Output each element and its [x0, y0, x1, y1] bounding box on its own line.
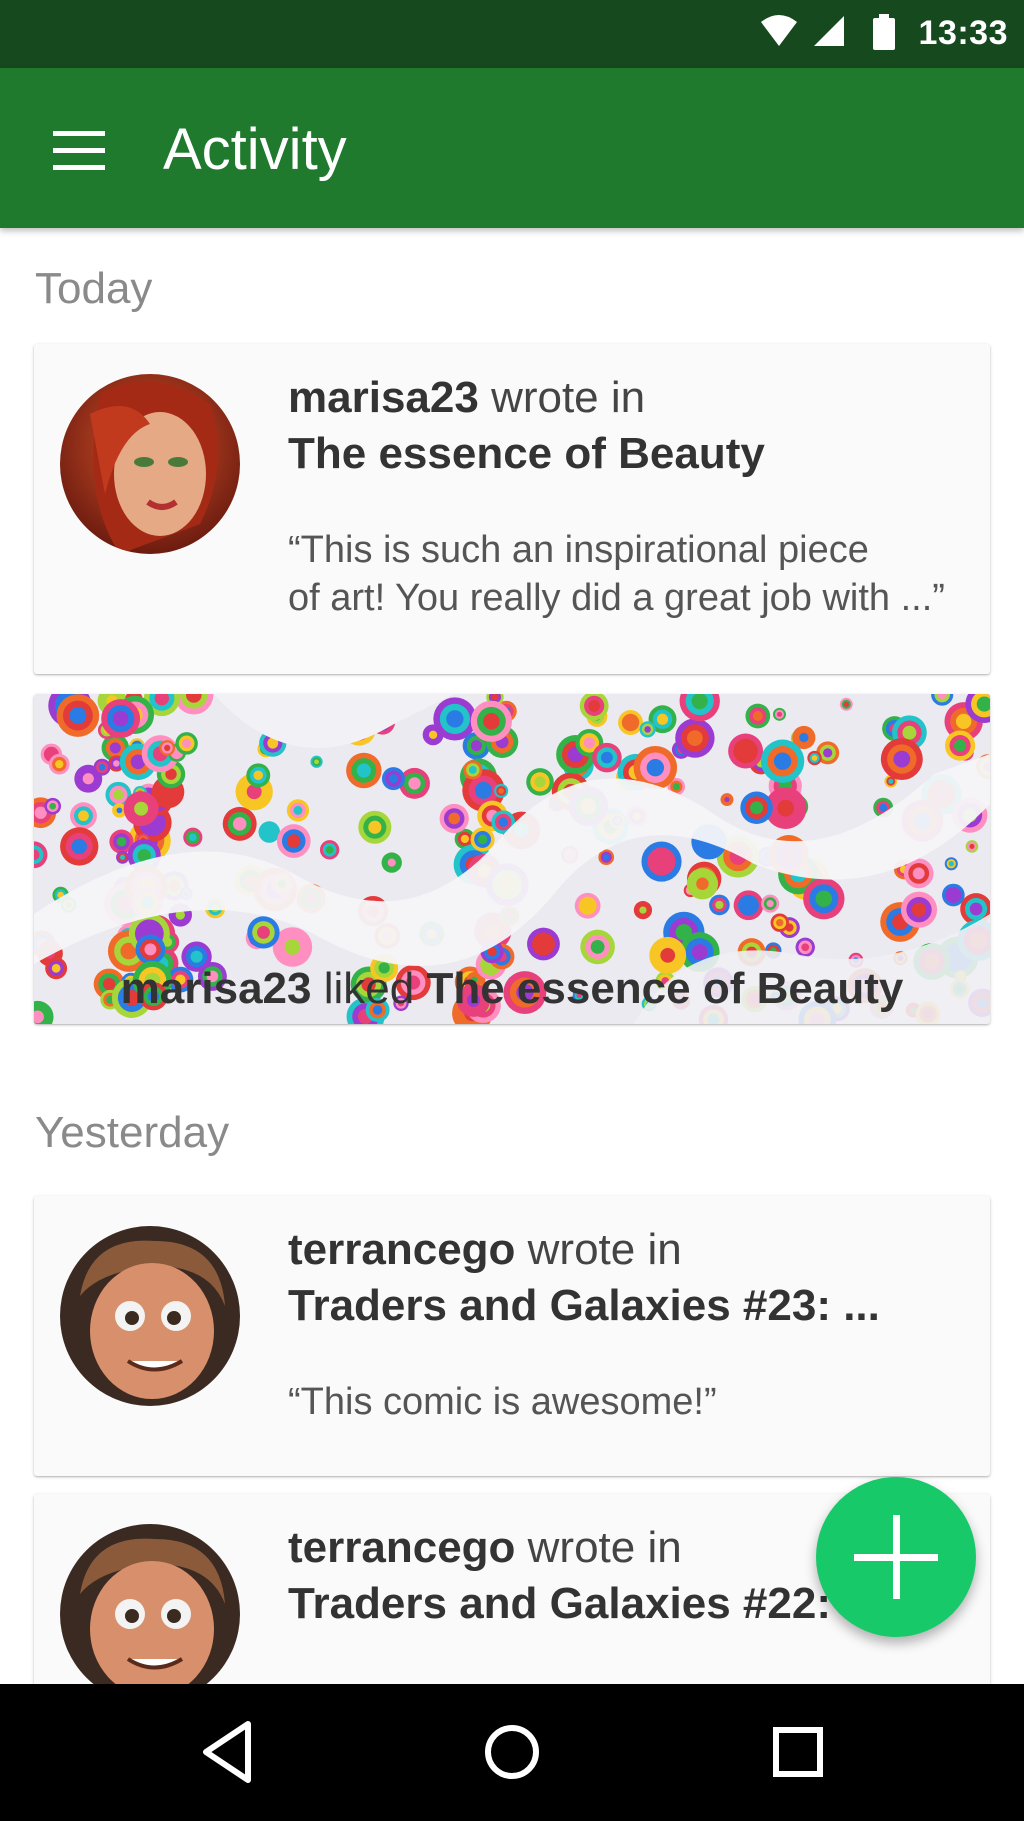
activity-verb: wrote in	[527, 1523, 682, 1572]
activity-card[interactable]: terrancego wrote in Traders and Galaxies…	[34, 1196, 990, 1476]
section-label-yesterday: Yesterday	[35, 1108, 230, 1157]
add-button[interactable]	[816, 1477, 976, 1637]
comment-quote: “This is such an inspirational piece of …	[288, 526, 968, 622]
section-label-today: Today	[35, 264, 153, 313]
wifi-icon	[761, 15, 797, 46]
comment-quote-line: “This is such an inspirational piece	[288, 529, 869, 571]
comment-quote-line: of art! You really did a great job with …	[288, 577, 945, 619]
like-caption: marisa23 liked The essence of Beauty	[34, 964, 990, 1014]
system-nav-bar	[0, 1684, 1024, 1821]
back-triangle-icon[interactable]	[190, 1714, 266, 1790]
hamburger-menu-icon[interactable]	[48, 123, 108, 173]
activity-title[interactable]: The essence of Beauty	[288, 426, 968, 482]
activity-card[interactable]: marisa23 wrote in The essence of Beauty …	[34, 344, 990, 674]
avatar[interactable]	[60, 1524, 240, 1684]
status-bar: 13:33	[0, 0, 1024, 68]
status-time: 13:33	[918, 14, 1008, 52]
battery-icon	[873, 14, 895, 50]
username[interactable]: marisa23	[288, 373, 479, 422]
app-bar: Activity	[0, 68, 1024, 228]
activity-title[interactable]: The essence of Beauty	[426, 964, 903, 1013]
avatar[interactable]	[60, 374, 240, 554]
username[interactable]: terrancego	[288, 1523, 515, 1572]
activity-verb: liked	[323, 964, 415, 1013]
avatar[interactable]	[60, 1226, 240, 1406]
username[interactable]: terrancego	[288, 1225, 515, 1274]
page-title: Activity	[163, 117, 347, 182]
comment-quote: “This comic is awesome!”	[288, 1381, 717, 1423]
liked-artwork-card[interactable]: marisa23 liked The essence of Beauty	[34, 694, 990, 1024]
activity-feed[interactable]: Today marisa23 wrote in The essence of B…	[0, 228, 1024, 1684]
home-circle-icon[interactable]	[474, 1714, 550, 1790]
cellular-signal-icon	[814, 16, 844, 46]
activity-verb: wrote in	[491, 373, 646, 422]
activity-verb: wrote in	[527, 1225, 682, 1274]
username[interactable]: marisa23	[121, 964, 312, 1013]
recents-square-icon[interactable]	[760, 1714, 836, 1790]
activity-title[interactable]: Traders and Galaxies #23: ...	[288, 1278, 968, 1334]
